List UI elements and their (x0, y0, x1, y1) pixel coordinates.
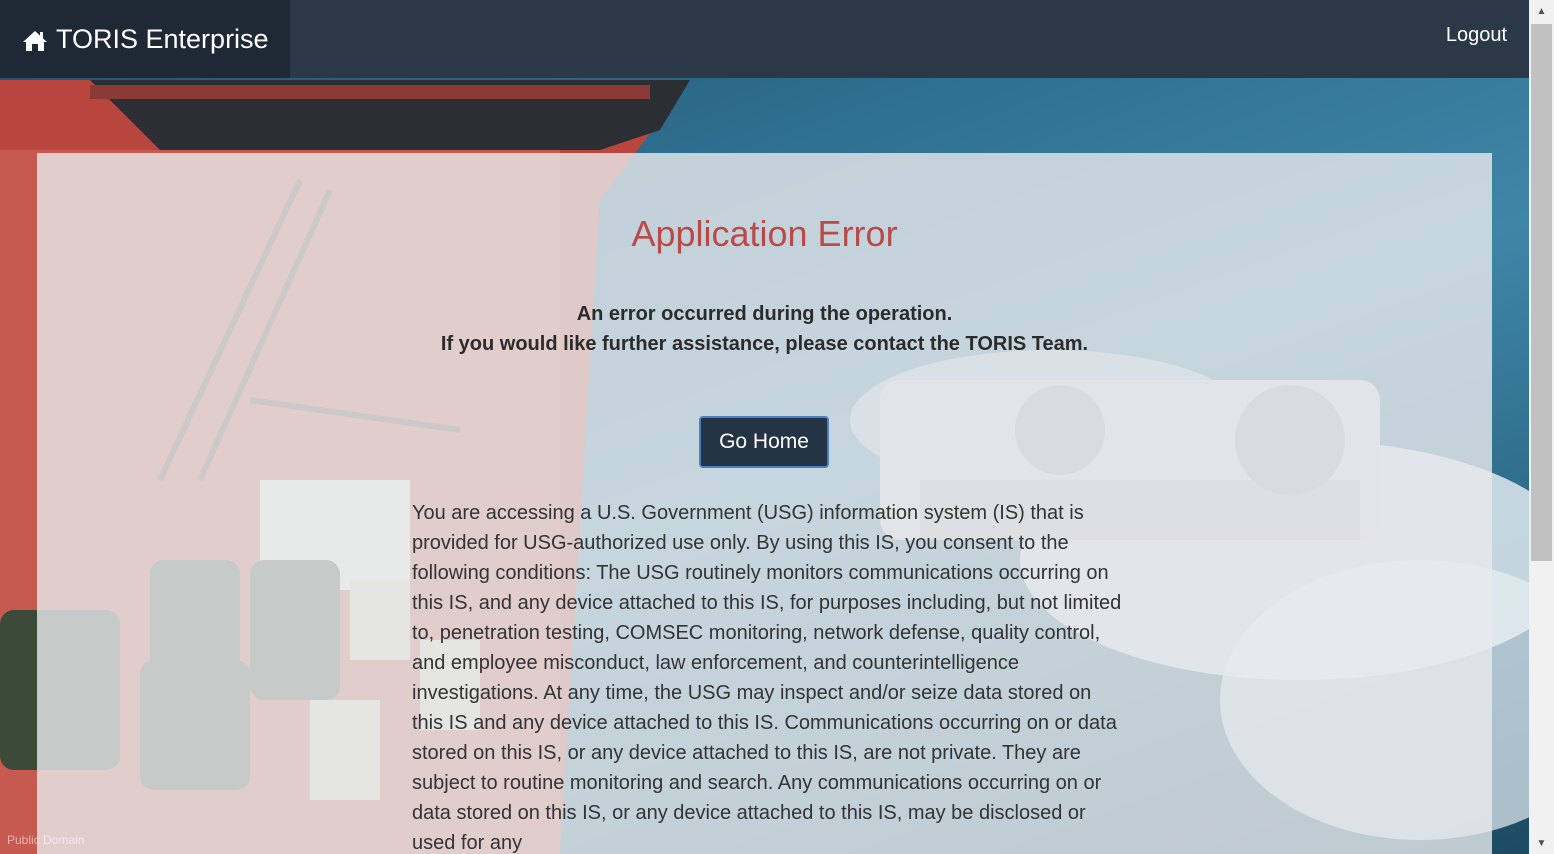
error-message-line: An error occurred during the operation. (576, 303, 953, 325)
logout-link[interactable]: Logout (1446, 24, 1507, 47)
image-credit: Public Domain (7, 833, 85, 847)
error-message-line: If you would like further assistance, pl… (440, 333, 1089, 355)
go-home-button[interactable]: Go Home (699, 416, 829, 468)
brand-home-link[interactable]: TORIS Enterprise (0, 0, 290, 78)
error-panel: Application Error An error occurred duri… (37, 153, 1492, 854)
usg-consent-notice: You are accessing a U.S. Government (USG… (412, 502, 1122, 854)
error-message: An error occurred during the operation. … (37, 299, 1492, 359)
scroll-up-arrow-icon[interactable]: ▲ (1529, 0, 1554, 22)
scroll-down-arrow-icon[interactable]: ▼ (1529, 832, 1554, 854)
top-navbar: TORIS Enterprise Logout (0, 0, 1529, 78)
home-icon (22, 28, 48, 51)
vertical-scrollbar[interactable]: ▲ ▼ (1529, 0, 1554, 854)
brand-label: TORIS Enterprise (56, 23, 269, 54)
page-title: Application Error (631, 213, 898, 254)
scrollbar-thumb[interactable] (1531, 24, 1552, 561)
